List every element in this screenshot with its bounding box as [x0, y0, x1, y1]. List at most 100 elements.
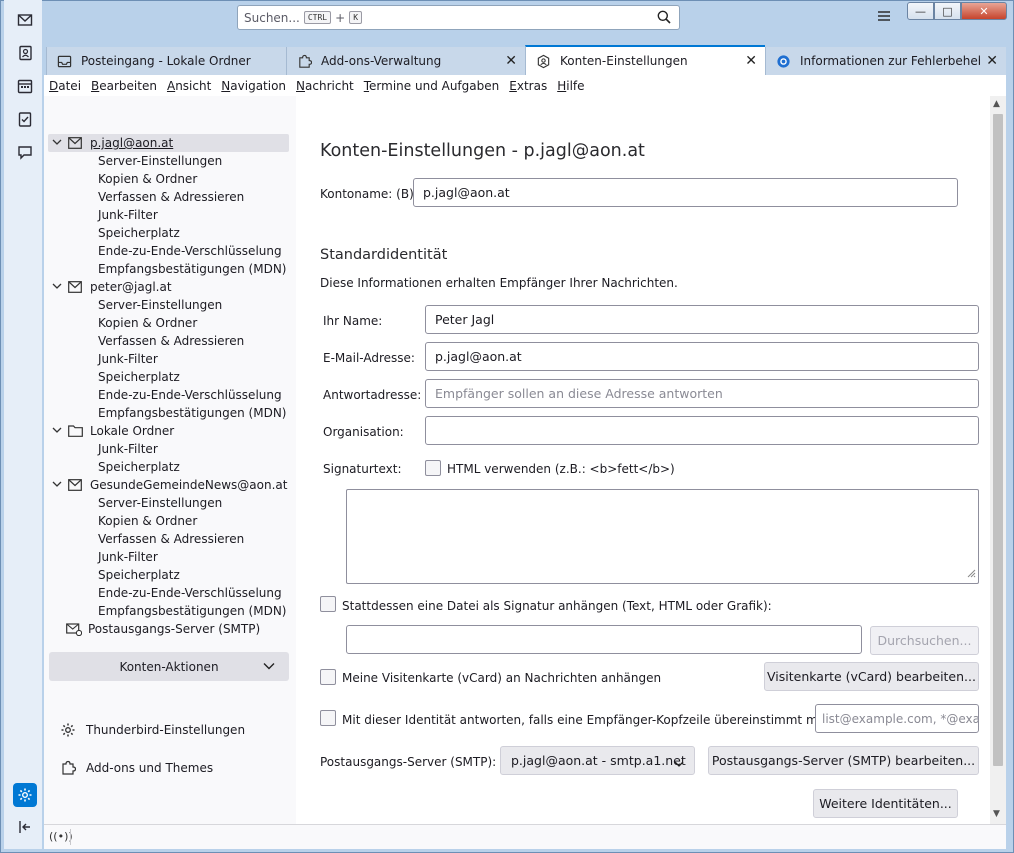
- mail-icon: [68, 137, 84, 149]
- menu-hilfe[interactable]: Hilfe: [557, 79, 584, 93]
- menu-extras[interactable]: Extras: [509, 79, 547, 93]
- minimize-button[interactable]: —: [907, 2, 934, 20]
- account-subpage[interactable]: Junk-Filter: [48, 206, 289, 224]
- scroll-thumb[interactable]: [993, 114, 1003, 766]
- folder-icon: [68, 425, 84, 437]
- reply-identity-label: Mit dieser Identität antworten, falls ei…: [342, 713, 830, 727]
- global-search-input[interactable]: Suchen... CTRL + K: [237, 5, 680, 30]
- smtp-server-item[interactable]: Postausgangs-Server (SMTP): [48, 620, 289, 638]
- email-field[interactable]: p.jagl@aon.at: [425, 342, 979, 371]
- account-subpage[interactable]: Ende-zu-Ende-Verschlüsselung: [48, 386, 289, 404]
- close-tab-icon[interactable]: ✕: [982, 53, 998, 69]
- account-subpage[interactable]: Verfassen & Adressieren: [48, 530, 289, 548]
- menu-datei[interactable]: Datei: [49, 79, 81, 93]
- account-subpage[interactable]: Speicherplatz: [48, 458, 289, 476]
- settings-space-icon[interactable]: [13, 783, 37, 807]
- collapse-spaces-icon[interactable]: [13, 815, 37, 839]
- address-book-icon[interactable]: [13, 41, 37, 65]
- account-2[interactable]: Lokale Ordner: [48, 422, 289, 440]
- minimize-icon: —: [915, 4, 926, 18]
- menu-termine[interactable]: Termine und Aufgaben: [364, 79, 500, 93]
- account-subpage[interactable]: Junk-Filter: [48, 548, 289, 566]
- account-subpage[interactable]: Verfassen & Adressieren: [48, 188, 289, 206]
- name-field[interactable]: Peter Jagl: [425, 305, 979, 334]
- account-1[interactable]: peter@jagl.at: [48, 278, 289, 296]
- close-window-button[interactable]: ✕: [961, 2, 1007, 20]
- account-subpage[interactable]: Speicherplatz: [48, 368, 289, 386]
- smtp-select[interactable]: p.jagl@aon.at - smtp.a1.net: [500, 746, 695, 775]
- tab-addons[interactable]: Add-ons-Verwaltung ✕: [286, 47, 525, 75]
- menu-ansicht[interactable]: Ansicht: [167, 79, 211, 93]
- smtp-server-label: Postausgangs-Server (SMTP): [88, 622, 261, 636]
- menu-nachricht[interactable]: Nachricht: [296, 79, 354, 93]
- account-subpage[interactable]: Ende-zu-Ende-Verschlüsselung: [48, 584, 289, 602]
- chevron-down-icon[interactable]: [52, 480, 64, 491]
- tab-bar: Posteingang - Lokale Ordner Add-ons-Verw…: [46, 44, 1006, 75]
- settings-pane: Konten-Einstellungen - p.jagl@aon.at Kon…: [296, 96, 990, 824]
- close-tab-icon[interactable]: ✕: [505, 53, 517, 69]
- identity-description: Diese Informationen erhalten Empfänger I…: [320, 276, 678, 290]
- more-identities-button[interactable]: Weitere Identitäten...: [813, 789, 958, 818]
- menu-bearbeiten[interactable]: Bearbeiten: [91, 79, 157, 93]
- signature-file-checkbox[interactable]: [320, 596, 336, 612]
- account-subpage[interactable]: Kopien & Ordner: [48, 314, 289, 332]
- signature-file-path[interactable]: [346, 625, 862, 654]
- thunderbird-settings-link[interactable]: Thunderbird-Einstellungen: [60, 720, 245, 740]
- chevron-down-icon[interactable]: [52, 282, 64, 293]
- account-subpage[interactable]: Speicherplatz: [48, 566, 289, 584]
- account-subpage[interactable]: Kopien & Ordner: [48, 512, 289, 530]
- maximize-button[interactable]: □: [934, 2, 961, 20]
- browse-button[interactable]: Durchsuchen...: [870, 626, 979, 655]
- addons-themes-link[interactable]: Add-ons und Themes: [60, 758, 213, 778]
- chat-icon[interactable]: [13, 140, 37, 164]
- tab-troubleshooting[interactable]: Informationen zur Fehlerbehebung ✕: [765, 47, 1006, 75]
- vcard-checkbox[interactable]: [320, 669, 336, 685]
- tab-account-settings[interactable]: Konten-Einstellungen ✕: [525, 45, 765, 75]
- account-subpage[interactable]: Empfangsbestätigungen (MDN): [48, 404, 289, 422]
- account-subpage[interactable]: Server-Einstellungen: [48, 152, 289, 170]
- account-subpage[interactable]: Empfangsbestätigungen (MDN): [48, 602, 289, 620]
- maximize-icon: □: [942, 4, 953, 18]
- chevron-down-icon[interactable]: [52, 138, 64, 149]
- reply-identity-field[interactable]: list@example.com, *@example.com: [815, 704, 979, 733]
- account-subpage[interactable]: Server-Einstellungen: [48, 296, 289, 314]
- account-subpage[interactable]: Speicherplatz: [48, 224, 289, 242]
- mail-space-icon[interactable]: [13, 8, 37, 32]
- calendar-icon[interactable]: [13, 74, 37, 98]
- account-subpage[interactable]: Empfangsbestätigungen (MDN): [48, 260, 289, 278]
- account-subpage[interactable]: Junk-Filter: [48, 440, 289, 458]
- app-menu-icon[interactable]: [876, 9, 892, 26]
- reply-to-field[interactable]: Empfänger sollen an diese Adresse antwor…: [425, 379, 979, 408]
- chevron-down-icon: [674, 756, 684, 771]
- account-0[interactable]: p.jagl@aon.at: [48, 134, 289, 152]
- name-label: Ihr Name:: [323, 314, 383, 328]
- organization-field[interactable]: [425, 416, 979, 445]
- close-tab-icon[interactable]: ✕: [745, 53, 757, 69]
- identity-section-title: Standardidentität: [320, 247, 448, 263]
- account-subpage[interactable]: Server-Einstellungen: [48, 494, 289, 512]
- pane-scrollbar[interactable]: ▲ ▼: [990, 96, 1006, 824]
- scroll-down-icon[interactable]: ▼: [993, 809, 1000, 819]
- account-subpage[interactable]: Kopien & Ordner: [48, 170, 289, 188]
- chevron-down-icon[interactable]: [52, 426, 64, 437]
- account-subpage[interactable]: Verfassen & Adressieren: [48, 332, 289, 350]
- account-3[interactable]: GesundeGemeindeNews@aon.at: [48, 476, 289, 494]
- resize-grip-icon[interactable]: [966, 566, 976, 581]
- edit-smtp-button[interactable]: Postausgangs-Server (SMTP) bearbeiten...: [708, 746, 979, 775]
- reply-identity-checkbox[interactable]: [320, 710, 336, 726]
- gear-icon: [60, 722, 76, 738]
- edit-vcard-button[interactable]: Visitenkarte (vCard) bearbeiten...: [764, 662, 979, 691]
- scroll-up-icon[interactable]: ▲: [993, 99, 1000, 109]
- account-subpage[interactable]: Junk-Filter: [48, 350, 289, 368]
- status-divider: [70, 829, 71, 845]
- menu-navigation[interactable]: Navigation: [221, 79, 286, 93]
- html-signature-checkbox[interactable]: [425, 460, 441, 476]
- inbox-icon: [57, 53, 73, 69]
- search-icon[interactable]: [657, 10, 671, 27]
- account-subpage[interactable]: Ende-zu-Ende-Verschlüsselung: [48, 242, 289, 260]
- signature-textarea[interactable]: [346, 489, 979, 584]
- account-actions-button[interactable]: Konten-Aktionen: [49, 652, 289, 681]
- account-name-field[interactable]: p.jagl@aon.at: [413, 178, 958, 207]
- tasks-icon[interactable]: [13, 107, 37, 131]
- tab-inbox[interactable]: Posteingang - Lokale Ordner: [46, 47, 286, 75]
